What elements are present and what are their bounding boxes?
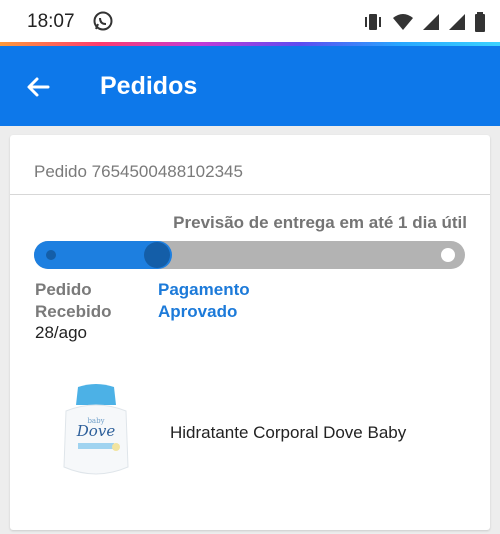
page-title: Pedidos (100, 72, 198, 100)
delivery-forecast: Previsão de entrega em até 1 dia útil (173, 213, 467, 232)
app-bar: Pedidos (0, 46, 500, 126)
product-image-brand: Dove (76, 422, 116, 440)
product-name: Hidratante Corporal Dove Baby (170, 423, 407, 442)
status-icons (362, 12, 486, 37)
signal-icon (448, 13, 466, 36)
wifi-icon (392, 13, 414, 36)
whatsapp-icon (92, 10, 114, 37)
step-date-received: 28/ago (35, 323, 87, 342)
step-label-line: Pagamento (158, 280, 250, 299)
order-card[interactable]: Pedido 7654500488102345 Previsão de entr… (10, 135, 490, 530)
order-number: Pedido 7654500488102345 (34, 162, 243, 181)
divider (10, 194, 490, 195)
battery-icon (474, 12, 486, 37)
back-arrow-icon[interactable] (26, 75, 50, 99)
status-time: 18:07 (27, 11, 75, 32)
step-label-payment: Pagamento Aprovado (158, 279, 278, 323)
step-label-line: Aprovado (158, 302, 238, 321)
product-image: baby Dove (54, 383, 138, 479)
step-label-line: Pedido (35, 280, 92, 299)
step-label-line: Recebido (35, 302, 112, 321)
signal-icon (422, 13, 440, 36)
order-progress-bar (34, 241, 465, 269)
step-dot-payment (144, 242, 170, 268)
status-bar: 18:07 (0, 0, 500, 44)
step-dot-received (46, 250, 56, 260)
step-label-received: Pedido Recebido (35, 279, 155, 323)
step-dot-delivery (441, 248, 455, 262)
vibrate-icon (362, 13, 384, 36)
